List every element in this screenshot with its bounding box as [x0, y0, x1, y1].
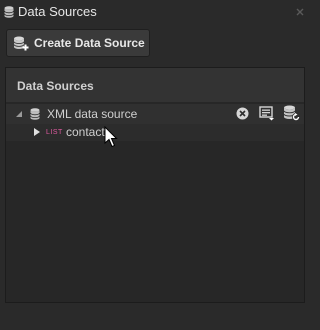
window-title: Data Sources	[18, 4, 97, 19]
expand-down-icon[interactable]	[16, 111, 22, 117]
refresh-database-icon[interactable]	[283, 105, 301, 122]
create-data-source-label: Create Data Source	[34, 36, 145, 50]
tree-item-contact[interactable]: LIST contact	[6, 124, 304, 141]
close-icon[interactable]	[294, 6, 306, 18]
create-data-source-button[interactable]: Create Data Source	[6, 29, 150, 57]
database-icon	[4, 6, 14, 18]
edit-source-icon[interactable]	[259, 106, 275, 121]
panel-header: Data Sources	[6, 68, 304, 102]
database-icon	[30, 108, 40, 120]
window-titlebar: Data Sources	[0, 0, 312, 24]
data-sources-panel: Data Sources XML data source LIST contac…	[5, 67, 305, 303]
remove-icon[interactable]	[236, 107, 249, 120]
add-database-icon	[13, 36, 29, 51]
tree-item-xml-data-source[interactable]: XML data source	[6, 104, 304, 124]
expand-right-icon[interactable]	[34, 128, 40, 136]
panel-title: Data Sources	[17, 79, 94, 93]
list-type-badge: LIST	[46, 129, 63, 136]
tree-item-label: XML data source	[47, 107, 138, 121]
tree-item-label: contact	[66, 125, 105, 139]
